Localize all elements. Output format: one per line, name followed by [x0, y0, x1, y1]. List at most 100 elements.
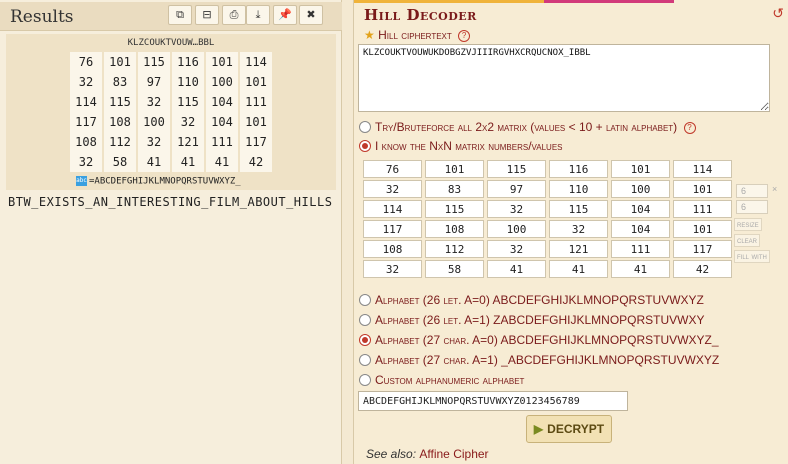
- result-matrix-cell: 83: [104, 72, 136, 92]
- know-matrix-label[interactable]: I know the NxN matrix numbers/values: [375, 139, 563, 153]
- alpha-27-a0-label[interactable]: Alphabet (27 char. A=0) ABCDEFGHIJKLMNOP…: [375, 333, 719, 347]
- matrix-cell-input[interactable]: 41: [611, 260, 670, 278]
- matrix-cell-input[interactable]: 41: [549, 260, 608, 278]
- custom-alpha-label[interactable]: Custom alphanumeric alphabet: [375, 373, 524, 387]
- results-candidate: KLZCOUKTVOUW…BBL 76 101 115 116 101 114 32 83 97…: [6, 34, 336, 190]
- matrix-cell-input[interactable]: 117: [363, 220, 422, 238]
- close-icon[interactable]: ✖: [299, 5, 323, 25]
- cipher-label: ★ Hill ciphertext ?: [364, 28, 471, 42]
- matrix-cell-input[interactable]: 101: [425, 160, 484, 178]
- alpha-26-a0-label[interactable]: Alphabet (26 let. A=0) ABCDEFGHIJKLMNOPQ…: [375, 293, 704, 307]
- radio-alpha-26-a0[interactable]: [359, 294, 371, 306]
- result-matrix-cell: 114: [70, 92, 102, 112]
- result-alphabet-text: =ABCDEFGHIJKLMNOPQRSTUVWXYZ_: [89, 176, 241, 187]
- result-matrix-cell: 115: [172, 92, 204, 112]
- matrix-row: 76 101 115 116 101 114: [70, 52, 272, 72]
- copy-icon[interactable]: ⧉: [168, 5, 192, 25]
- result-matrix-cell: 116: [172, 52, 204, 72]
- matrix-cell-input[interactable]: 58: [425, 260, 484, 278]
- matrix-cell-input[interactable]: 104: [611, 200, 670, 218]
- alpha-26-a1-label[interactable]: Alphabet (26 let. A=1) ZABCDEFGHIJKLMNOP…: [375, 313, 705, 327]
- result-matrix-cell: 108: [70, 132, 102, 152]
- matrix-cell-input[interactable]: 101: [611, 160, 670, 178]
- matrix-cell-input[interactable]: 108: [363, 240, 422, 258]
- help-icon[interactable]: ?: [683, 121, 696, 134]
- fill-with-button[interactable]: fill with: [734, 250, 770, 263]
- results-title: Results: [10, 7, 74, 27]
- matrix-rows-input[interactable]: 6: [736, 184, 768, 198]
- matrix-cell-input[interactable]: 100: [611, 180, 670, 198]
- radio-custom-alpha[interactable]: [359, 374, 371, 386]
- matrix-cell-input[interactable]: 32: [363, 180, 422, 198]
- radio-alpha-26-a1[interactable]: [359, 314, 371, 326]
- result-matrix-cell: 32: [138, 132, 170, 152]
- matrix-cell-input[interactable]: 108: [425, 220, 484, 238]
- radio-alpha-27-a1[interactable]: [359, 354, 371, 366]
- matrix-cell-input[interactable]: 100: [487, 220, 546, 238]
- matrix-cell-input[interactable]: 101: [673, 180, 732, 198]
- custom-alphabet-input[interactable]: [358, 391, 628, 411]
- bruteforce-label[interactable]: Try/Bruteforce all 2x2 matrix (values < …: [375, 120, 696, 134]
- matrix-cell-input[interactable]: 101: [673, 220, 732, 238]
- matrix-cell-input[interactable]: 104: [611, 220, 670, 238]
- affine-cipher-link[interactable]: Affine Cipher: [419, 447, 488, 461]
- matrix-cell-input[interactable]: 111: [611, 240, 670, 258]
- results-header: Results ⧉ ⊟ ⎙ ⤓ 📌 ✖: [0, 2, 342, 31]
- alpha-27-a1-label[interactable]: Alphabet (27 char. A=1) _ABCDEFGHIJKLMNO…: [375, 353, 719, 367]
- matrix-cell-input[interactable]: 32: [549, 220, 608, 238]
- matrix-cell-input[interactable]: 116: [549, 160, 608, 178]
- result-matrix-cell: 32: [172, 112, 204, 132]
- result-matrix-cell: 42: [240, 152, 272, 172]
- decrypt-button[interactable]: ▶ DECRYPT: [526, 415, 612, 443]
- matrix-cell-input[interactable]: 110: [549, 180, 608, 198]
- pin-icon[interactable]: 📌: [273, 5, 297, 25]
- help-icon[interactable]: ?: [458, 29, 471, 42]
- download-icon[interactable]: ⤓: [246, 5, 270, 25]
- times-sign: ×: [772, 184, 778, 194]
- matrix-cell-input[interactable]: 41: [487, 260, 546, 278]
- matrix-cell-input[interactable]: 115: [425, 200, 484, 218]
- matrix-cell-input[interactable]: 32: [363, 260, 422, 278]
- matrix-cell-input[interactable]: 32: [487, 200, 546, 218]
- topbar-pink: [544, 0, 674, 3]
- matrix-cell-input[interactable]: 112: [425, 240, 484, 258]
- matrix-cell-input[interactable]: 83: [425, 180, 484, 198]
- result-matrix-cell: 101: [206, 52, 238, 72]
- matrix-row: 114 115 32 115 104 111: [70, 92, 272, 112]
- matrix-cell-input[interactable]: 114: [673, 160, 732, 178]
- result-matrix-cell: 115: [104, 92, 136, 112]
- matrix-cell-input[interactable]: 117: [673, 240, 732, 258]
- matrix-cell-input[interactable]: 42: [673, 260, 732, 278]
- result-matrix-cell: 115: [138, 52, 170, 72]
- result-cipher-preview: KLZCOUKTVOUW…BBL: [127, 38, 215, 48]
- result-matrix-cell: 101: [240, 72, 272, 92]
- matrix-row: 117 108 100 32 104 101: [363, 220, 732, 238]
- save-icon[interactable]: ⊟: [195, 5, 219, 25]
- key-matrix: 76 101 115 116 101 114 32 83 97 110 100 101 114 115 32…: [360, 158, 735, 280]
- alphabet-badge-icon: abc: [76, 176, 87, 186]
- result-matrix-cell: 41: [138, 152, 170, 172]
- clear-button[interactable]: clear: [734, 234, 761, 247]
- matrix-cols-input[interactable]: 6: [736, 200, 768, 214]
- play-icon: ▶: [533, 422, 544, 436]
- result-matrix-cell: 110: [172, 72, 204, 92]
- matrix-cell-input[interactable]: 114: [363, 200, 422, 218]
- matrix-cell-input[interactable]: 115: [549, 200, 608, 218]
- resize-button[interactable]: resize: [734, 218, 762, 231]
- matrix-row: 108 112 32 121 111 117: [70, 132, 272, 152]
- matrix-cell-input[interactable]: 76: [363, 160, 422, 178]
- matrix-cell-input[interactable]: 111: [673, 200, 732, 218]
- radio-bruteforce[interactable]: [359, 121, 371, 133]
- matrix-cell-input[interactable]: 97: [487, 180, 546, 198]
- matrix-cell-input[interactable]: 32: [487, 240, 546, 258]
- radio-know-matrix[interactable]: [359, 140, 371, 152]
- topbar-orange: [354, 0, 544, 3]
- radio-alpha-27-a0[interactable]: [359, 334, 371, 346]
- reset-icon[interactable]: ↺: [772, 6, 784, 22]
- matrix-cell-input[interactable]: 115: [487, 160, 546, 178]
- result-matrix: 76 101 115 116 101 114 32 83 97 110 100 101 114 115 32…: [68, 52, 274, 172]
- matrix-cell-input[interactable]: 121: [549, 240, 608, 258]
- cipher-input[interactable]: [358, 44, 770, 112]
- print-icon[interactable]: ⎙: [222, 5, 246, 25]
- decrypt-label: DECRYPT: [547, 422, 605, 436]
